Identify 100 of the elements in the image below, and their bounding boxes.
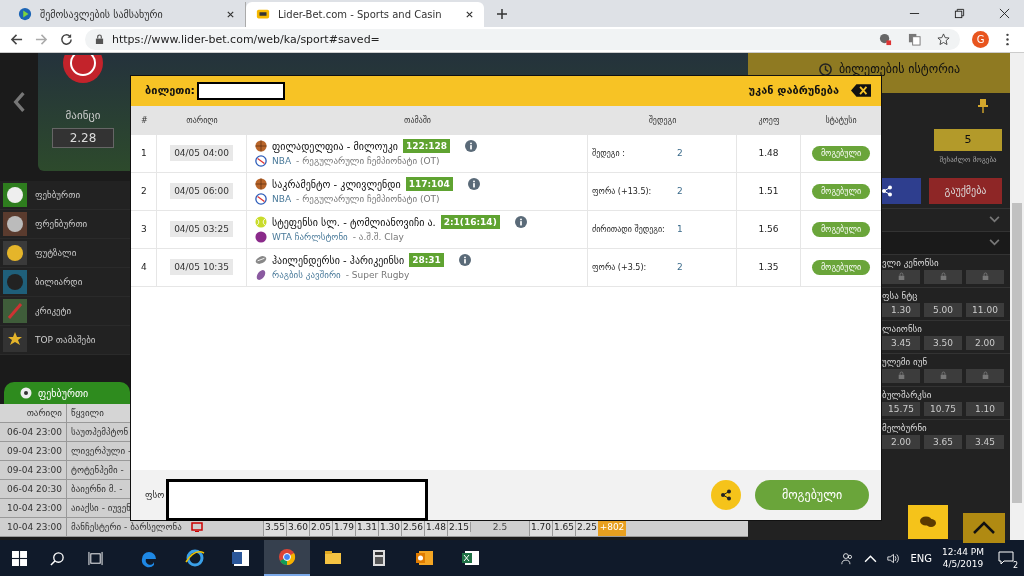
bet-value: 2 [677,262,683,273]
odds-button[interactable]: 1.30 [882,302,920,317]
pin-icon[interactable] [978,98,988,113]
favicon-icon [18,7,32,22]
backspace-icon[interactable] [851,84,871,98]
people-icon[interactable] [841,551,855,565]
match-name: მელბურნი [882,422,928,433]
chevron-left-icon[interactable] [12,90,26,113]
odds-button[interactable]: 2.00 [882,434,920,449]
league-detail: - რეგულარული ჩემპიონატი (OT) [296,156,440,167]
score-badge: 28:31 [409,253,444,268]
table-cell: 10-04 23:00 [0,518,67,536]
league-detail: - Super Rugby [345,270,410,281]
rugby-ball-icon [255,254,267,267]
sport-icon [3,298,27,323]
new-tab-icon[interactable] [496,7,508,20]
share-icon [720,488,732,501]
match-name: ულემი იუნ [882,356,929,367]
lock-icon [939,371,947,381]
bet-label: ძირითადი შედეგი: [592,224,666,234]
info-icon[interactable] [458,254,471,267]
browser-app-icon[interactable] [264,540,310,576]
close-icon[interactable] [999,7,1010,19]
odds-button[interactable]: 3.65 [924,434,962,449]
odds-button[interactable]: 15.75 [882,401,920,416]
tour-logo-icon [255,231,267,244]
restore-icon[interactable] [954,7,965,19]
odds-button[interactable]: 1.10 [966,401,1004,416]
back-link[interactable]: უკან დაბრუნება [748,84,839,98]
tennis-ball-icon [255,216,267,229]
league-detail: - ა.შ.შ. Clay [352,232,404,243]
reload-icon[interactable] [60,32,73,46]
row-number: 3 [140,224,147,235]
league-link[interactable]: WTA ჩარლსტონი [272,232,348,243]
column-header: წყვილი [70,408,105,418]
sport-icon [3,240,27,265]
clock[interactable]: 12:44 PM 4/5/2019 [942,547,984,569]
lock-icon [897,272,905,282]
odds-button[interactable]: 2.28 [52,127,114,148]
match-name: ჰაილენდერსი - ჰარიკეინსი [272,254,405,266]
profile-avatar[interactable]: G [972,30,989,48]
team-name: მაინცი [65,108,101,122]
bet-label: ფორა (+13.5): [592,186,653,196]
odds-button[interactable]: 5.00 [924,302,962,317]
odds-button[interactable]: 3.50 [924,335,962,350]
blocked-icon[interactable] [879,32,892,46]
share-button[interactable] [711,479,741,510]
volume-icon[interactable] [887,551,901,565]
league-link[interactable]: რაგბის კავშირი [272,270,341,281]
info-icon[interactable] [467,178,480,191]
info-icon[interactable] [465,140,478,153]
chat-button[interactable] [908,504,948,539]
scrollbar[interactable] [1010,52,1024,540]
row-number: 1 [140,148,147,159]
language-indicator[interactable]: ENG [910,552,932,564]
league-logo-icon [255,193,267,206]
odds-button[interactable]: 3.45 [966,434,1004,449]
sport-tab[interactable]: ფეხბურთი [4,382,130,404]
league-link[interactable]: NBA [272,194,292,205]
chat-icon [920,515,936,528]
back-icon[interactable] [10,32,23,46]
league-link[interactable]: NBA [272,156,292,167]
bet-value: 2 [677,186,683,197]
lock-icon [897,371,905,381]
column-header: # [140,115,149,125]
table-cell: 06-04 23:00 [0,423,67,441]
search-icon[interactable] [50,550,65,566]
browser-tab[interactable]: Lider-Bet.com - Sports and Casin [246,1,484,27]
column-header: სტატუსი [824,115,858,125]
basketball-icon [255,140,267,153]
close-icon[interactable] [226,9,235,19]
task-view-icon[interactable] [88,550,103,566]
table-cell: 06-04 20:30 [0,480,67,498]
column-header: შედეგი [647,115,678,125]
chevron-down-icon[interactable] [989,216,1000,224]
chevron-down-icon[interactable] [989,239,1000,247]
odds-button[interactable]: 3.45 [882,335,920,350]
cancel-button[interactable]: გაუქმება [929,177,1002,204]
odds-value: 1.51 [758,186,779,197]
address-bar[interactable]: https://www.lider-bet.com/web/ka/sport#saved= [85,28,960,50]
odds-button[interactable]: 11.00 [966,302,1004,317]
lock-icon [95,33,104,45]
odds-button[interactable]: 2.00 [966,335,1004,350]
translate-icon[interactable] [908,32,921,46]
score-badge: 117:104 [405,177,453,192]
match-link[interactable]: მანჩესტერი - ბარსელონა [67,522,201,532]
table-cell: 09-04 23:00 [0,461,67,479]
star-icon[interactable] [937,32,950,46]
column-header: თამაში [403,115,432,125]
sport-icon [3,182,27,207]
bet-value: 2 [677,148,683,159]
match-name: ფსა ნტც [882,290,919,301]
odds-button[interactable]: 10.75 [924,401,962,416]
bet-label: შედეგი : [592,148,626,158]
rugby-ball-icon [255,269,267,282]
league-logo-icon [255,155,267,168]
info-icon[interactable] [514,216,527,229]
close-icon[interactable] [465,9,474,19]
scroll-top-button[interactable] [963,512,1005,543]
start-icon[interactable] [12,550,27,566]
